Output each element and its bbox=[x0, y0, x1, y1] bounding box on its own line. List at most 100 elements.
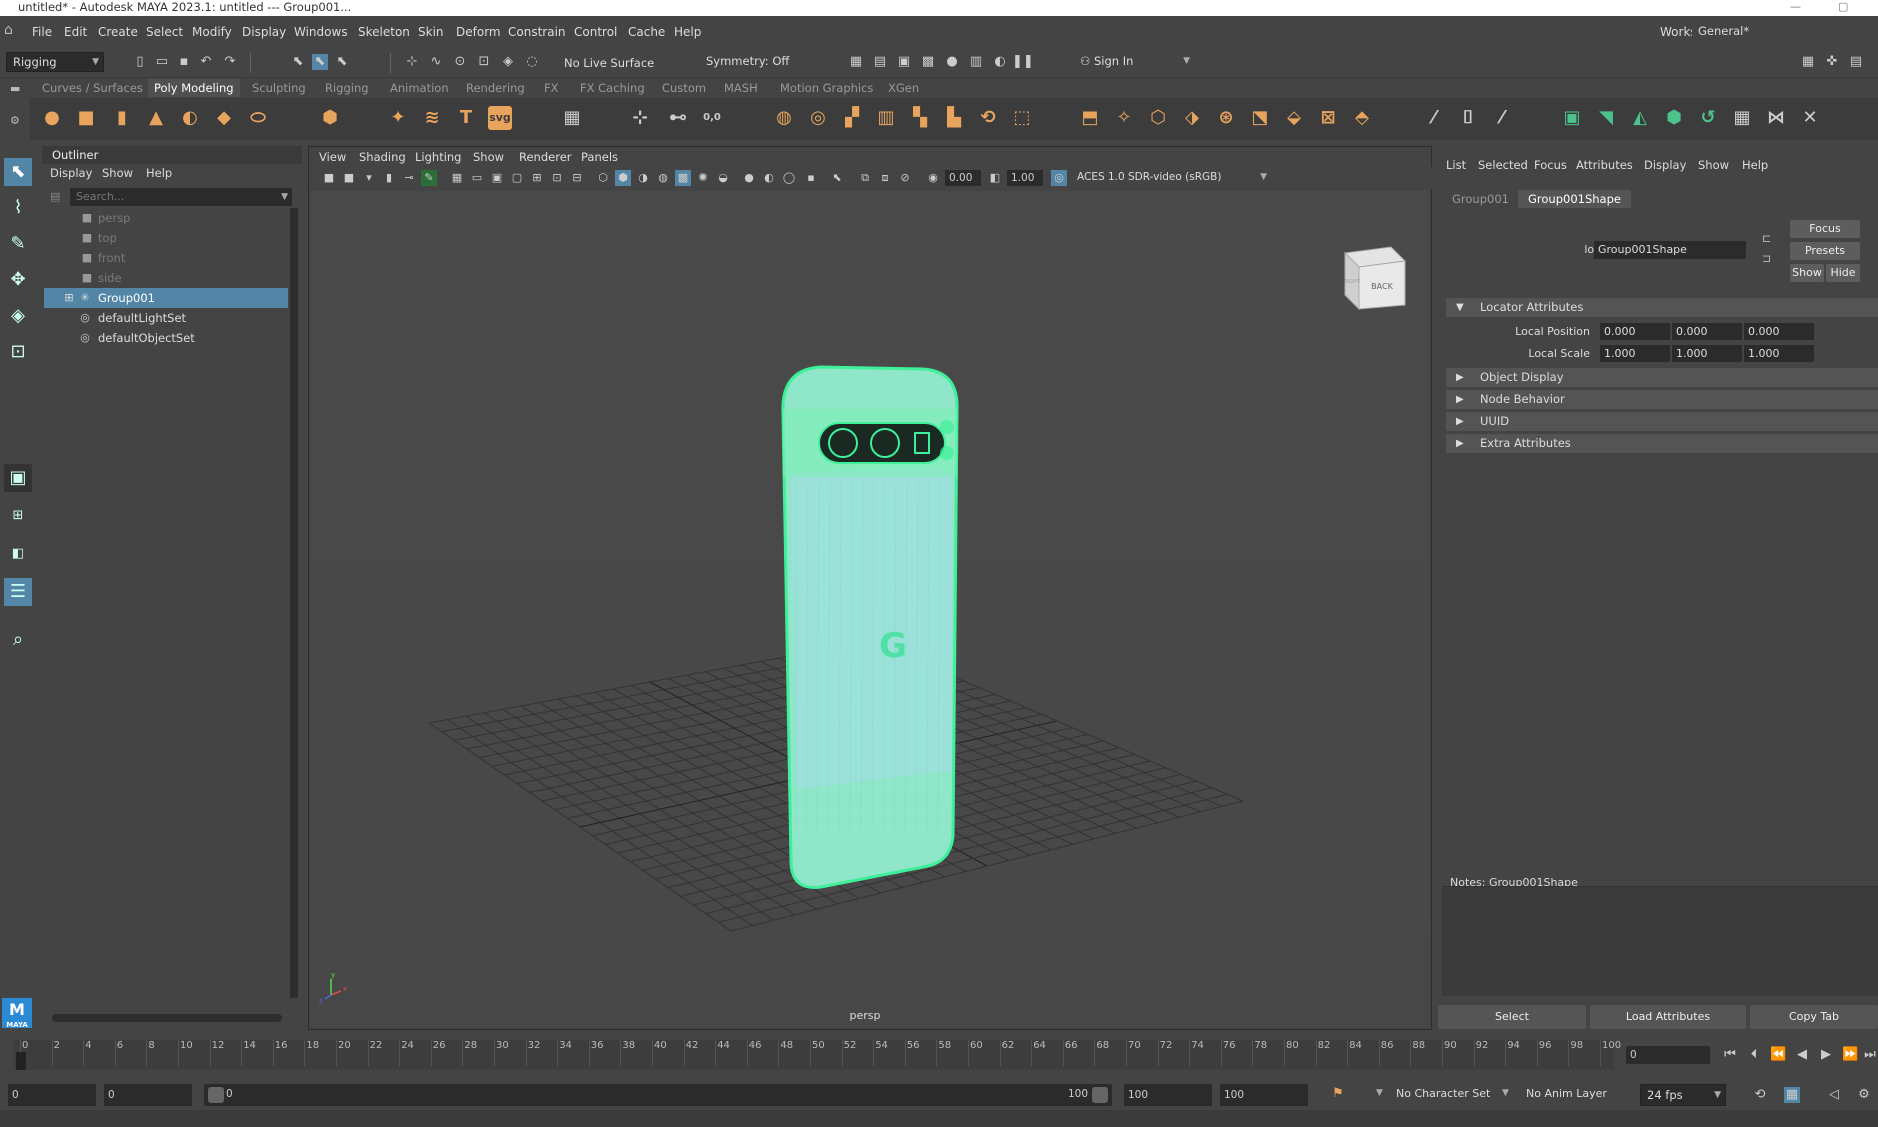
local-scale-y-field[interactable]: 1.000 bbox=[1672, 345, 1742, 362]
outliner-menu-show[interactable]: Show bbox=[102, 166, 133, 180]
symmetry-dropdown[interactable]: Symmetry: Off bbox=[700, 52, 812, 72]
gate-mask-icon[interactable]: ▢ bbox=[509, 170, 525, 186]
playback-start-field[interactable]: 0 bbox=[104, 1084, 192, 1106]
ambient-occlusion-icon[interactable]: ● bbox=[741, 170, 757, 186]
shelf-tab-xgen[interactable]: XGen bbox=[888, 81, 919, 95]
select-tool-icon[interactable]: ⬉ bbox=[4, 158, 32, 186]
sign-in-dropdown[interactable]: ⚇ Sign In ▼ bbox=[1074, 52, 1194, 72]
center-pivot-icon[interactable]: 0,0 bbox=[700, 106, 724, 130]
outliner-item-persp[interactable]: ■ persp bbox=[44, 208, 288, 228]
local-position-x-field[interactable]: 0.000 bbox=[1600, 323, 1670, 340]
color-space-dropdown[interactable]: ACES 1.0 SDR-video (sRGB) ▼ bbox=[1071, 169, 1271, 187]
3d-viewport[interactable]: G BACK RIGHT y x z persp bbox=[311, 191, 1429, 1027]
current-frame-field[interactable]: 0 bbox=[1626, 1046, 1710, 1064]
lasso-tool-icon[interactable]: ⌇ bbox=[4, 194, 32, 222]
two-view-layout-icon[interactable]: ◧ bbox=[4, 540, 32, 568]
fps-dropdown[interactable]: 24 fps ▼ bbox=[1640, 1084, 1726, 1106]
save-scene-icon[interactable]: ▪ bbox=[176, 54, 192, 70]
menu-file[interactable]: File bbox=[32, 25, 52, 39]
range-slider-track[interactable]: 0 100 bbox=[204, 1084, 1112, 1106]
ae-tab-group001[interactable]: Group001 bbox=[1442, 190, 1519, 208]
search-icon[interactable]: ⌕ bbox=[4, 626, 32, 654]
local-position-z-field[interactable]: 0.000 bbox=[1744, 323, 1814, 340]
hypershade-icon[interactable]: ● bbox=[944, 54, 960, 70]
spherical-uv-icon[interactable]: ◭ bbox=[1628, 106, 1652, 130]
exposure-field[interactable]: 0.00 bbox=[945, 170, 981, 186]
character-set-dropdown[interactable]: No Character Set bbox=[1396, 1087, 1490, 1100]
range-start-handle[interactable] bbox=[208, 1087, 224, 1103]
ae-menu-help[interactable]: Help bbox=[1742, 158, 1768, 172]
select-hierarchy-icon[interactable]: ⬉ bbox=[290, 54, 306, 70]
gamma-field[interactable]: 1.00 bbox=[1007, 170, 1043, 186]
focus-button[interactable]: Focus bbox=[1790, 220, 1860, 238]
ae-tab-group001shape[interactable]: Group001Shape bbox=[1518, 190, 1631, 208]
chevron-down-icon[interactable]: ▼ bbox=[281, 188, 288, 206]
pause-icon[interactable]: ❚❚ bbox=[1012, 54, 1034, 70]
mesh-display-icon[interactable]: ▦ bbox=[560, 106, 584, 130]
view-transform-icon[interactable]: ⊸ bbox=[401, 170, 417, 186]
filter-icon[interactable]: ▤ bbox=[50, 190, 60, 203]
outliner-item-side[interactable]: ■ side bbox=[44, 268, 288, 288]
outliner-layout-icon[interactable]: ☰ bbox=[4, 578, 32, 606]
light-editor-icon[interactable]: ◐ bbox=[992, 54, 1008, 70]
phone-model[interactable]: G bbox=[781, 365, 959, 889]
ae-menu-display[interactable]: Display bbox=[1644, 158, 1686, 172]
shelf-tab-curves-surfaces[interactable]: Curves / Surfaces bbox=[42, 81, 143, 95]
redo-icon[interactable]: ↷ bbox=[222, 54, 238, 70]
viewport-menu-show[interactable]: Show bbox=[473, 150, 504, 164]
cylindrical-uv-icon[interactable]: ◥ bbox=[1594, 106, 1618, 130]
menu-windows[interactable]: Windows bbox=[294, 25, 348, 39]
multi-cut-icon[interactable]: ⊹ bbox=[628, 106, 652, 130]
lights-icon[interactable]: ✺ bbox=[695, 170, 711, 186]
auto-key-icon[interactable]: ⚑ bbox=[1330, 1086, 1346, 1102]
shelf-tab-sculpting[interactable]: Sculpting bbox=[252, 81, 306, 95]
safe-action-icon[interactable]: ⊡ bbox=[549, 170, 565, 186]
snap-view-icon[interactable]: ⊡ bbox=[476, 54, 492, 70]
step-back-frame-icon[interactable]: ⏴ bbox=[1746, 1047, 1762, 1063]
go-to-start-icon[interactable]: ⏮ bbox=[1722, 1047, 1738, 1063]
viewport-menu-view[interactable]: View bbox=[319, 150, 346, 164]
scene-start-field[interactable]: 0 bbox=[8, 1084, 96, 1106]
shelf-tab-fx[interactable]: FX bbox=[544, 81, 559, 95]
attribute-editor-toggle-icon[interactable]: ▤ bbox=[1848, 54, 1864, 70]
section-uuid[interactable]: ▶ UUID bbox=[1446, 412, 1878, 431]
select-button[interactable]: Select bbox=[1438, 1005, 1586, 1029]
menu-control[interactable]: Control bbox=[574, 25, 617, 39]
section-object-display[interactable]: ▶ Object Display bbox=[1446, 368, 1878, 387]
timeline-track[interactable]: 0 2 4 6 8 10 12 14 16 18 20 22 24 26 28 30 32 34 36 38 40 42 4… bbox=[14, 1040, 1621, 1070]
uv-cut-icon[interactable]: ✕ bbox=[1798, 106, 1822, 130]
chevron-down-icon[interactable]: ▼ bbox=[1502, 1088, 1509, 1098]
poly-disc-icon[interactable]: ⬭ bbox=[246, 106, 270, 130]
slide-edge-icon[interactable]: ⁄ bbox=[1490, 106, 1514, 130]
view-cube[interactable]: BACK RIGHT bbox=[1343, 246, 1407, 311]
outliner-item-front[interactable]: ■ front bbox=[44, 248, 288, 268]
snap-surface-icon[interactable]: ◈ bbox=[500, 54, 516, 70]
menu-deform[interactable]: Deform bbox=[456, 25, 501, 39]
select-input-icon[interactable]: ⊏ bbox=[1762, 232, 1771, 245]
viewport-menu-panels[interactable]: Panels bbox=[581, 150, 618, 164]
modeling-toolkit-icon[interactable]: ▦ bbox=[1800, 54, 1816, 70]
snap-curve-icon[interactable]: ∿ bbox=[428, 54, 444, 70]
extract-icon[interactable]: ▞ bbox=[840, 106, 864, 130]
render-setup-icon[interactable]: ▥ bbox=[968, 54, 984, 70]
rotate-tool-icon[interactable]: ◈ bbox=[4, 302, 32, 330]
select-component-icon[interactable]: ⬉ bbox=[334, 54, 350, 70]
outliner-item-defaultlightset[interactable]: ◎ defaultLightSet bbox=[44, 308, 288, 328]
shelf-gear-icon[interactable]: ⚙ bbox=[10, 114, 20, 127]
shelf-tab-motion-graphics[interactable]: Motion Graphics bbox=[780, 81, 873, 95]
local-position-y-field[interactable]: 0.000 bbox=[1672, 323, 1742, 340]
backface-culling-icon[interactable]: ⊘ bbox=[897, 170, 913, 186]
sweep-mesh-icon[interactable]: ≋ bbox=[420, 106, 444, 130]
automatic-uv-icon[interactable]: ⬢ bbox=[1662, 106, 1686, 130]
copy-tab-button[interactable]: Copy Tab bbox=[1750, 1005, 1878, 1029]
poly-cube-icon[interactable]: ■ bbox=[74, 106, 98, 130]
boolean-icon[interactable]: ▚ bbox=[908, 106, 932, 130]
node-name-field[interactable]: Group001Shape bbox=[1594, 241, 1746, 259]
poly-torus-icon[interactable]: ◐ bbox=[178, 106, 202, 130]
smooth-icon[interactable]: ▥ bbox=[874, 106, 898, 130]
default-material-icon[interactable]: ◑ bbox=[635, 170, 651, 186]
playback-end-field[interactable]: 100 bbox=[1124, 1084, 1212, 1106]
super-shape-icon[interactable]: ✦ bbox=[386, 106, 410, 130]
depth-of-field-icon[interactable]: ▪ bbox=[803, 170, 819, 186]
scene-end-field[interactable]: 100 bbox=[1220, 1084, 1308, 1106]
